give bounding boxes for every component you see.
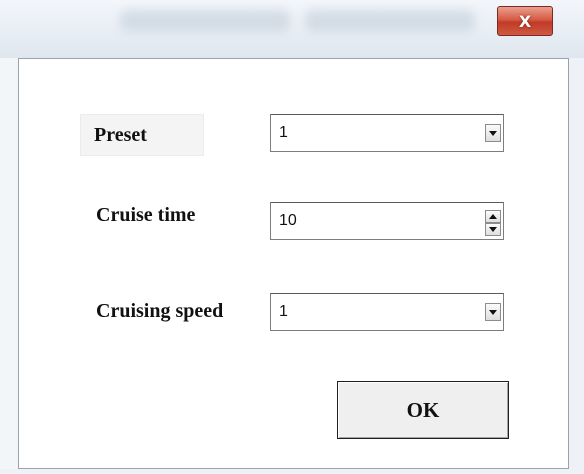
spin-up-icon (489, 214, 497, 219)
chevron-down-icon (489, 130, 497, 136)
cruise-time-label: Cruise time (96, 204, 196, 226)
cruising-speed-dropdown-button[interactable] (485, 303, 501, 321)
preset-value: 1 (279, 124, 288, 141)
preset-select[interactable]: 1 (270, 114, 504, 152)
close-icon: X (518, 11, 532, 31)
title-bar[interactable]: X (0, 0, 584, 58)
cruise-time-decrement-button[interactable] (485, 223, 501, 236)
window-frame-left (0, 58, 18, 474)
ok-button[interactable]: OK (337, 381, 509, 439)
cruise-time-spinbox[interactable]: 10 (270, 202, 504, 240)
window-frame-right (569, 58, 584, 474)
dialog-window: X Preset 1 Cruise time 10 Cruising speed… (0, 0, 584, 474)
cruising-speed-value: 1 (279, 303, 288, 320)
preset-dropdown-button[interactable] (485, 124, 501, 142)
preset-label: Preset (94, 124, 147, 146)
window-frame-bottom (0, 469, 584, 474)
close-button[interactable]: X (497, 6, 553, 36)
spin-down-icon (489, 227, 497, 232)
chevron-down-icon (489, 309, 497, 315)
blurred-title-text (120, 10, 290, 32)
cruise-time-value: 10 (279, 212, 297, 229)
cruise-time-increment-button[interactable] (485, 210, 501, 223)
blurred-title-text (305, 10, 475, 32)
cruising-speed-label: Cruising speed (96, 300, 224, 322)
cruising-speed-select[interactable]: 1 (270, 293, 504, 331)
